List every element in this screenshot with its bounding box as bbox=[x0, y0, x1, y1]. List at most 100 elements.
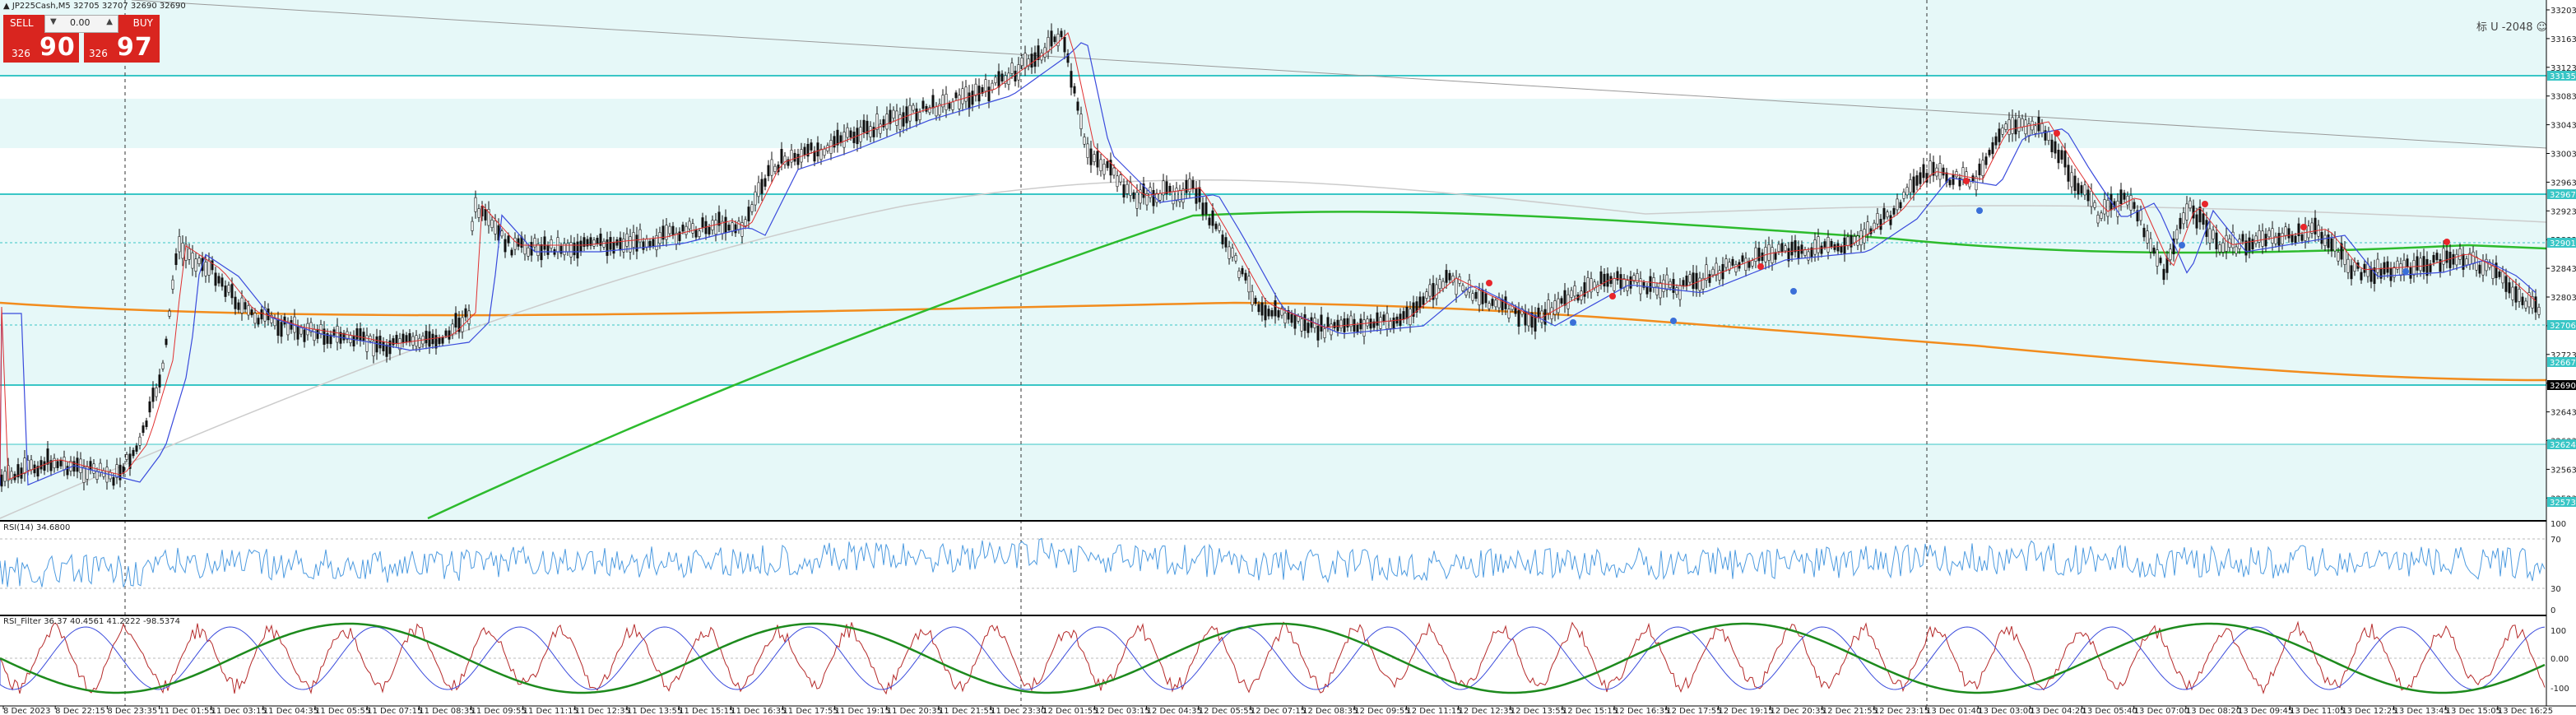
time-tick-label: 12 Dec 09:55 bbox=[1354, 707, 1409, 715]
sell-signal-dot bbox=[2444, 239, 2450, 245]
time-tick-label: 11 Dec 13:55 bbox=[627, 707, 682, 715]
time-tick-label: 11 Dec 23:30 bbox=[991, 707, 1046, 715]
time-tick-label: 12 Dec 04:35 bbox=[1147, 707, 1202, 715]
lot-value: 0.00 bbox=[70, 17, 91, 28]
time-tick-label: 11 Dec 16:35 bbox=[731, 707, 786, 715]
lot-size-input[interactable]: ▼ 0.00 ▲ bbox=[44, 15, 118, 33]
time-tick-label: 12 Dec 15:15 bbox=[1562, 707, 1618, 715]
time-tick-label: 12 Dec 13:55 bbox=[1511, 707, 1566, 715]
rsi-panel[interactable]: RSI(14) 34.6800 100 70 30 0 bbox=[0, 520, 2566, 615]
chart-canvas[interactable]: 3320333163331233308333043330033296332923… bbox=[0, 0, 2576, 715]
buy-price-prefix: 326 bbox=[89, 48, 108, 59]
osc-level-neg100: -100 bbox=[2550, 685, 2569, 694]
time-tick-label: 8 Dec 2023 bbox=[3, 707, 51, 715]
lot-increase-icon[interactable]: ▲ bbox=[106, 17, 113, 26]
price-level-tag-text: 32967 bbox=[2550, 191, 2576, 200]
oscillator-title: RSI_Filter 36.37 40.4561 41.2222 -98.537… bbox=[3, 617, 180, 626]
price-tick-label: 32803 bbox=[2550, 294, 2576, 303]
buy-signal-dot bbox=[1570, 319, 1576, 326]
symbol-title: ▲ JP225Cash,M5 32705 32707 32690 32690 bbox=[3, 2, 186, 11]
time-tick-label: 11 Dec 19:15 bbox=[835, 707, 890, 715]
sell-signal-dot bbox=[1609, 293, 1616, 299]
time-tick-label: 11 Dec 01:55 bbox=[159, 707, 214, 715]
price-tick-label: 33163 bbox=[2550, 35, 2576, 44]
time-tick-label: 11 Dec 12:35 bbox=[575, 707, 630, 715]
price-level-tag-text: 32624 bbox=[2550, 441, 2576, 450]
sell-signal-dot bbox=[1963, 178, 1970, 184]
time-tick-label: 13 Dec 09:45 bbox=[2238, 707, 2293, 715]
price-level-tag-text: 33135 bbox=[2550, 72, 2576, 81]
time-tick-label: 13 Dec 15:05 bbox=[2446, 707, 2501, 715]
rsi-level-0: 0 bbox=[2550, 606, 2555, 615]
rsi-level-70: 70 bbox=[2550, 536, 2561, 545]
sell-signal-dot bbox=[1757, 263, 1764, 270]
time-tick-label: 12 Dec 08:35 bbox=[1302, 707, 1358, 715]
price-tick-label: 33203 bbox=[2550, 7, 2576, 16]
time-tick-label: 11 Dec 09:55 bbox=[471, 707, 526, 715]
price-level-tag-text: 32901 bbox=[2550, 239, 2576, 248]
time-tick-label: 11 Dec 21:55 bbox=[939, 707, 994, 715]
price-tick-label: 32923 bbox=[2550, 207, 2576, 216]
rsi-line bbox=[0, 537, 2546, 587]
price-level-tag-text: 32690 bbox=[2550, 382, 2576, 391]
sell-signal-dot bbox=[2202, 201, 2208, 207]
buy-label: BUY bbox=[132, 17, 153, 29]
zone-band bbox=[0, 444, 2546, 520]
time-tick-label: 8 Dec 23:35 bbox=[107, 707, 157, 715]
time-tick-label: 12 Dec 23:15 bbox=[1874, 707, 1929, 715]
time-tick-label: 11 Dec 05:55 bbox=[315, 707, 370, 715]
time-tick-label: 13 Dec 07:00 bbox=[2134, 707, 2189, 715]
price-tick-label: 32843 bbox=[2550, 265, 2576, 274]
sell-price-big: 90 bbox=[39, 33, 76, 62]
time-tick-label: 12 Dec 19:15 bbox=[1718, 707, 1773, 715]
one-click-trading-panel[interactable]: SELL 326 90 BUY 326 97 ▼ 0.00 ▲ bbox=[3, 15, 160, 63]
time-tick-label: 8 Dec 22:15 bbox=[55, 707, 105, 715]
time-tick-label: 12 Dec 11:15 bbox=[1406, 707, 1461, 715]
buy-signal-dot bbox=[1790, 288, 1797, 295]
sell-price-prefix: 326 bbox=[12, 48, 30, 59]
time-tick-label: 12 Dec 17:55 bbox=[1666, 707, 1721, 715]
time-tick-label: 11 Dec 08:35 bbox=[419, 707, 474, 715]
price-tick-label: 32643 bbox=[2550, 409, 2576, 418]
buy-signal-dot bbox=[1976, 207, 1983, 214]
time-tick-label: 12 Dec 20:35 bbox=[1771, 707, 1826, 715]
time-tick-label: 13 Dec 13:45 bbox=[2394, 707, 2449, 715]
time-axis[interactable]: 8 Dec 2023 8 Dec 22:15 8 Dec 23:35 11 Dec 0… bbox=[0, 705, 2576, 715]
time-tick-label: 11 Dec 04:35 bbox=[263, 707, 318, 715]
time-tick-label: 13 Dec 05:40 bbox=[2082, 707, 2137, 715]
zone-band bbox=[0, 99, 2546, 148]
time-tick-label: 13 Dec 01:40 bbox=[1926, 707, 1981, 715]
time-tick-label: 13 Dec 03:00 bbox=[1978, 707, 2033, 715]
osc-level-100: 100 bbox=[2550, 627, 2566, 636]
price-tick-label: 33083 bbox=[2550, 93, 2576, 102]
time-tick-label: 12 Dec 03:15 bbox=[1094, 707, 1149, 715]
price-level-tag-text: 32706 bbox=[2550, 322, 2576, 331]
sell-signal-dot bbox=[2054, 130, 2060, 137]
buy-signal-dot bbox=[2179, 242, 2185, 248]
price-tick-label: 32563 bbox=[2550, 466, 2576, 475]
buy-signal-dot bbox=[2402, 268, 2409, 275]
rsi-level-30: 30 bbox=[2550, 585, 2561, 594]
account-indicator: 标 U -2048 ☺ bbox=[2476, 21, 2548, 34]
time-tick-label: 12 Dec 12:35 bbox=[1459, 707, 1514, 715]
sell-signal-dot bbox=[2300, 224, 2307, 230]
time-tick-label: 13 Dec 11:05 bbox=[2290, 707, 2345, 715]
time-tick-label: 12 Dec 05:55 bbox=[1199, 707, 1254, 715]
oscillator-panel[interactable]: RSI_Filter 36.37 40.4561 41.2222 -98.537… bbox=[0, 615, 2569, 695]
time-tick-label: 13 Dec 16:25 bbox=[2498, 707, 2553, 715]
time-tick-label: 12 Dec 21:55 bbox=[1822, 707, 1877, 715]
lot-decrease-icon[interactable]: ▼ bbox=[50, 17, 57, 26]
time-tick-label: 12 Dec 07:15 bbox=[1251, 707, 1306, 715]
price-axis[interactable]: 3320333163331233308333043330033296332923… bbox=[2546, 0, 2576, 706]
time-tick-label: 11 Dec 15:15 bbox=[679, 707, 734, 715]
time-tick-label: 11 Dec 07:15 bbox=[367, 707, 422, 715]
time-tick-label: 11 Dec 03:15 bbox=[211, 707, 267, 715]
time-tick-label: 13 Dec 04:20 bbox=[2030, 707, 2085, 715]
rsi-level-100: 100 bbox=[2550, 520, 2566, 529]
price-panel[interactable] bbox=[0, 0, 2547, 706]
time-tick-label: 12 Dec 01:55 bbox=[1042, 707, 1098, 715]
time-tick-label: 12 Dec 16:35 bbox=[1614, 707, 1669, 715]
price-level-tag-text: 32667 bbox=[2550, 359, 2576, 368]
time-tick-label: 11 Dec 17:55 bbox=[782, 707, 838, 715]
time-tick-label: 11 Dec 20:35 bbox=[887, 707, 942, 715]
